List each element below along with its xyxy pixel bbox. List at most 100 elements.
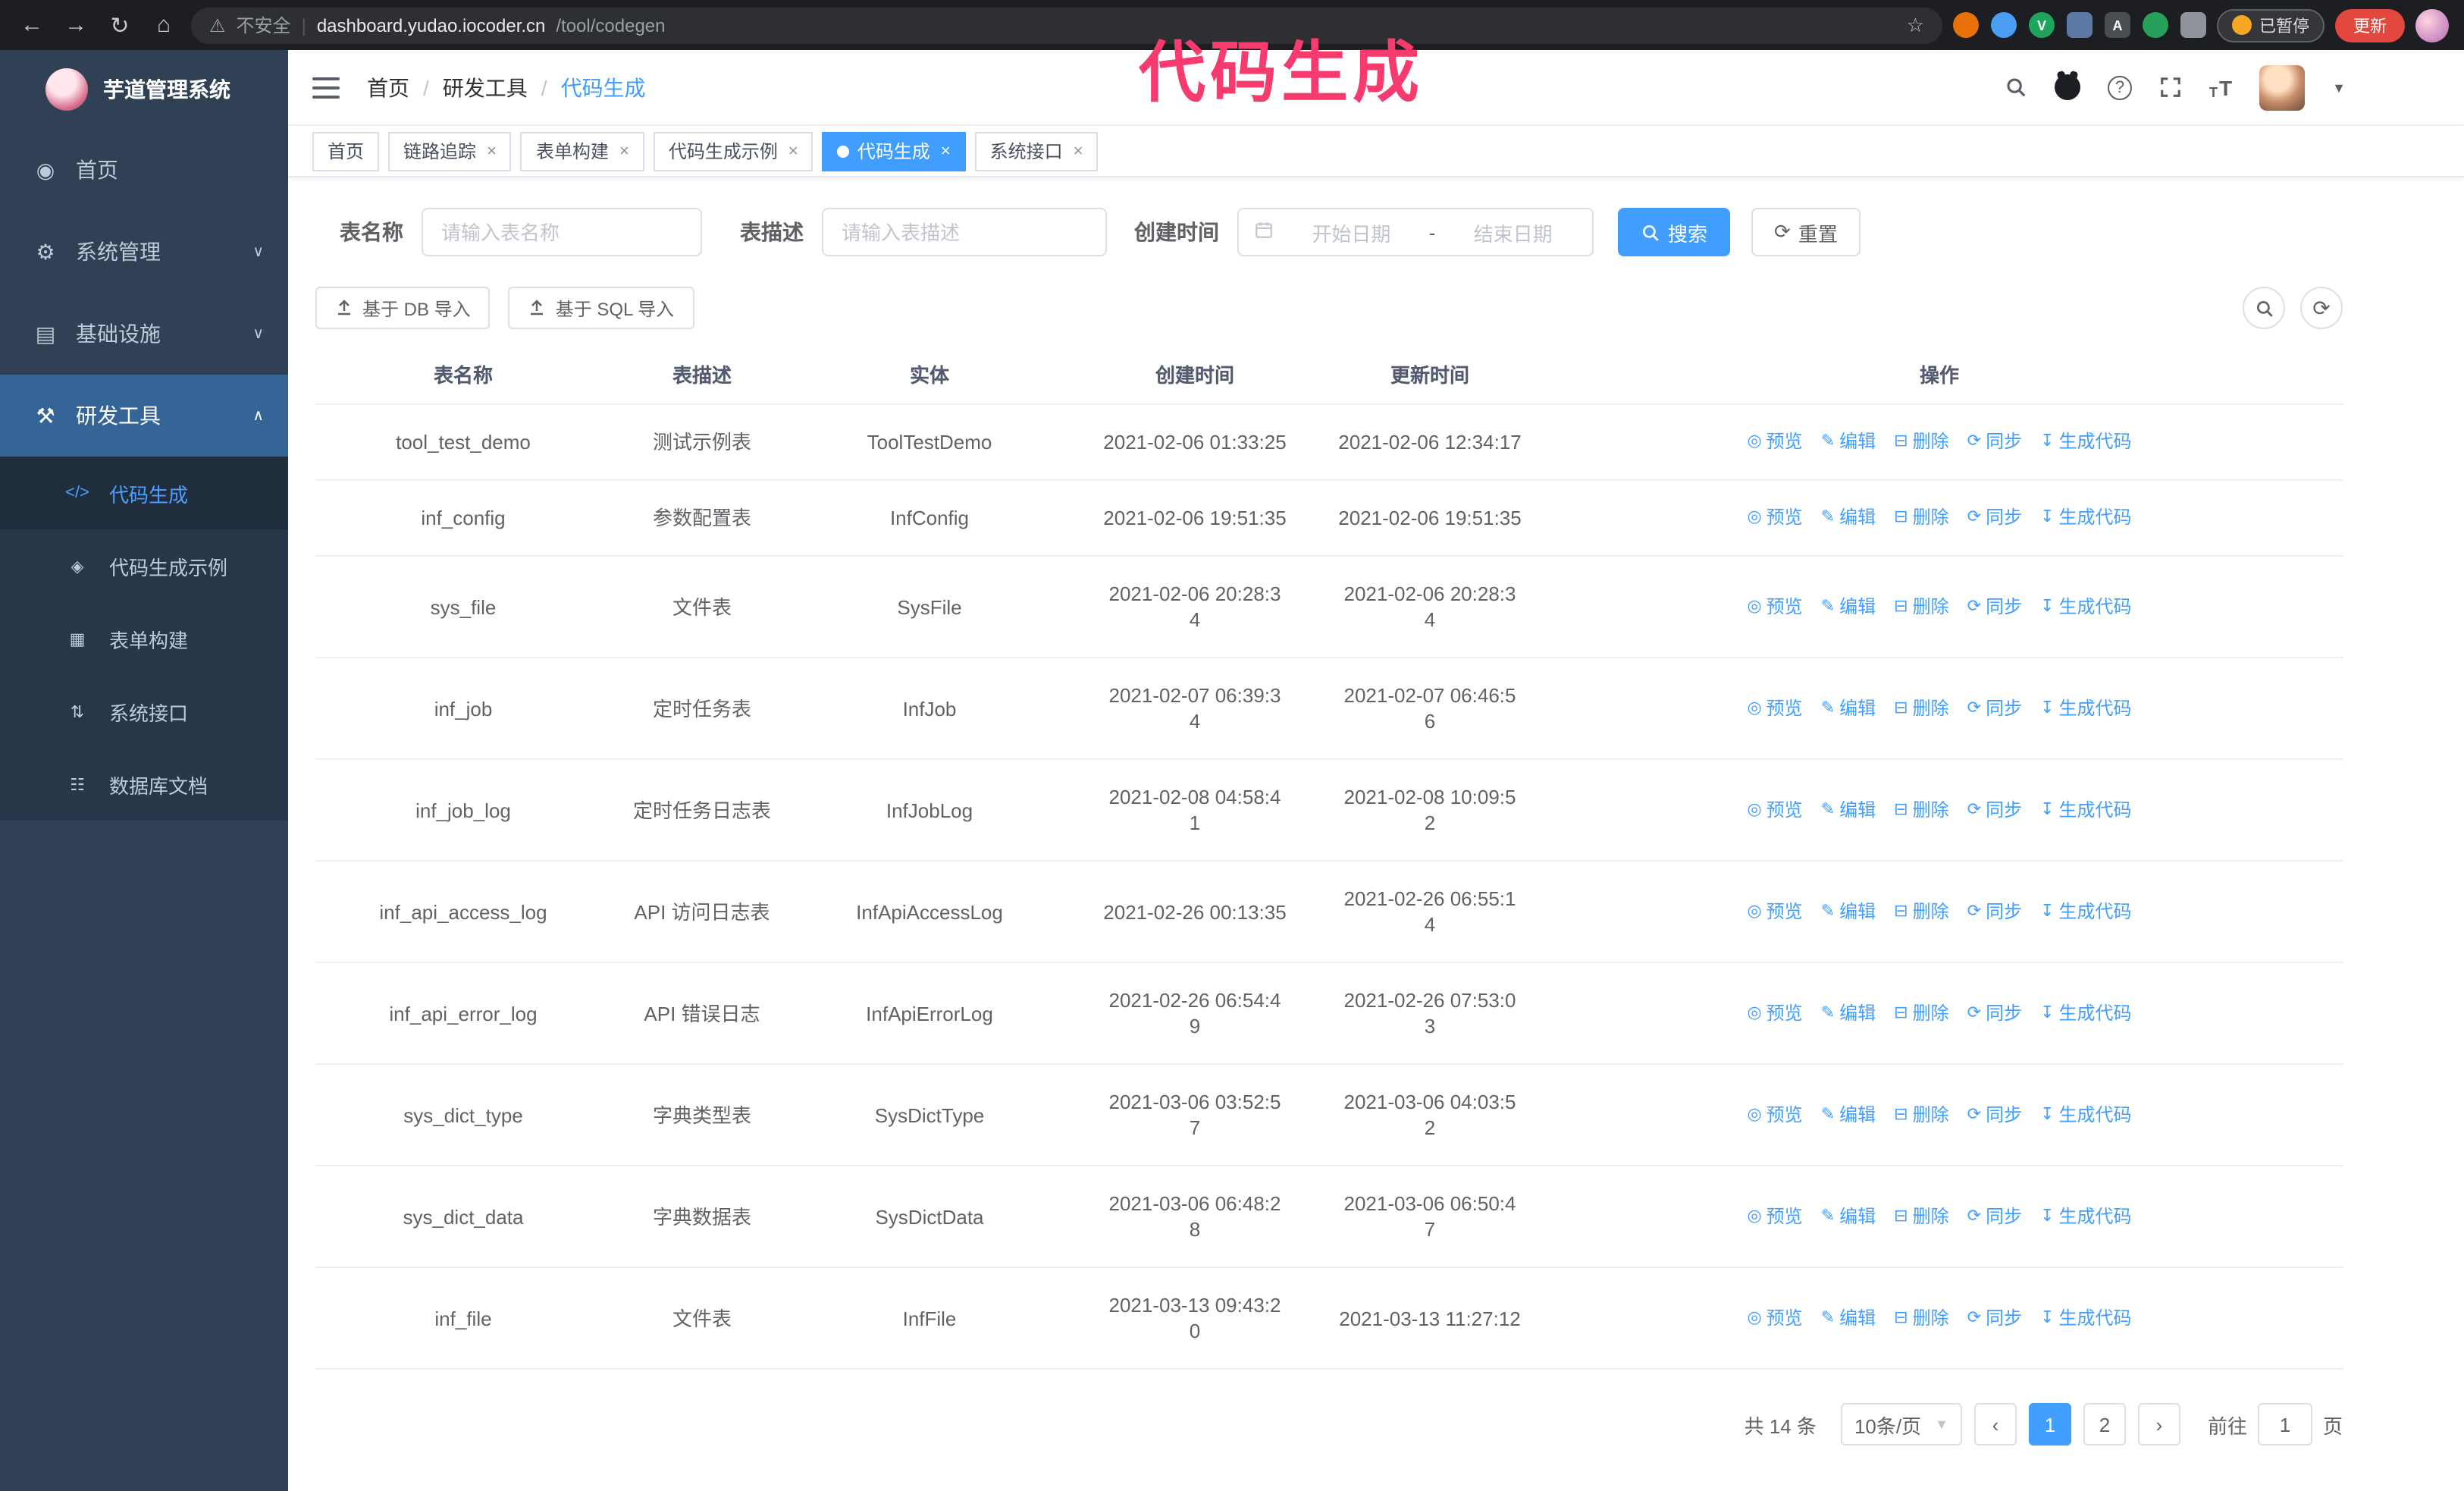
- action-delete-link[interactable]: ⊟ 删除: [1894, 797, 1948, 823]
- action-sync-link[interactable]: ⟳ 同步: [1967, 695, 2022, 721]
- app-logo[interactable]: 芋道管理系统: [0, 50, 288, 129]
- action-edit-link[interactable]: ✎ 编辑: [1821, 797, 1876, 823]
- sidebar-item-home[interactable]: ◉ 首页: [0, 129, 288, 211]
- action-sync-link[interactable]: ⟳ 同步: [1967, 429, 2022, 455]
- page-button-1[interactable]: 1: [2028, 1403, 2071, 1445]
- page-button-2[interactable]: 2: [2083, 1403, 2126, 1445]
- fullscreen-icon[interactable]: [2159, 76, 2182, 99]
- reload-icon[interactable]: ↻: [103, 11, 136, 39]
- sidebar-item-devtools[interactable]: ⚒ 研发工具 ∧: [0, 375, 288, 457]
- action-sync-link[interactable]: ⟳ 同步: [1967, 1000, 2022, 1026]
- bookmark-star-icon[interactable]: ☆: [1907, 13, 1924, 37]
- page-size-select[interactable]: 10条/页 ▼: [1840, 1403, 1962, 1445]
- action-preview-link[interactable]: ◎ 预览: [1747, 505, 1802, 531]
- action-edit-link[interactable]: ✎ 编辑: [1821, 594, 1876, 620]
- action-sync-link[interactable]: ⟳ 同步: [1967, 594, 2022, 620]
- action-edit-link[interactable]: ✎ 编辑: [1821, 1102, 1876, 1128]
- action-edit-link[interactable]: ✎ 编辑: [1821, 1204, 1876, 1229]
- refresh-table-button[interactable]: ⟳: [2300, 287, 2343, 329]
- table-desc-input[interactable]: [822, 208, 1107, 256]
- home-icon[interactable]: ⌂: [147, 12, 180, 38]
- tag-view[interactable]: 链路追踪 ×: [388, 131, 512, 171]
- action-preview-link[interactable]: ◎ 预览: [1747, 1000, 1802, 1026]
- tag-view[interactable]: 首页: [312, 131, 380, 171]
- close-icon[interactable]: ×: [788, 142, 798, 160]
- close-icon[interactable]: ×: [1074, 142, 1083, 160]
- goto-page-input[interactable]: [2257, 1403, 2312, 1445]
- action-delete-link[interactable]: ⊟ 删除: [1894, 1305, 1948, 1331]
- action-preview-link[interactable]: ◎ 预览: [1747, 797, 1802, 823]
- search-button[interactable]: 搜索: [1618, 208, 1731, 256]
- action-generate-link[interactable]: ↧ 生成代码: [2040, 1204, 2131, 1229]
- action-delete-link[interactable]: ⊟ 删除: [1894, 505, 1948, 531]
- action-generate-link[interactable]: ↧ 生成代码: [2040, 594, 2131, 620]
- action-generate-link[interactable]: ↧ 生成代码: [2040, 429, 2131, 455]
- action-generate-link[interactable]: ↧ 生成代码: [2040, 1000, 2131, 1026]
- ext-puzzle-icon[interactable]: [2180, 12, 2206, 38]
- browser-update-button[interactable]: 更新: [2335, 8, 2405, 42]
- sidebar-subitem-codegen[interactable]: </> 代码生成: [0, 457, 288, 529]
- action-edit-link[interactable]: ✎ 编辑: [1821, 1000, 1876, 1026]
- help-icon[interactable]: ?: [2108, 75, 2133, 99]
- forward-icon[interactable]: →: [59, 12, 92, 38]
- github-icon[interactable]: [2055, 74, 2081, 100]
- search-icon[interactable]: [2005, 76, 2027, 99]
- sidebar-item-infra[interactable]: ▤ 基础设施 ∨: [0, 293, 288, 375]
- sidebar-subitem-system-api[interactable]: ⇅ 系统接口: [0, 675, 288, 748]
- tag-view[interactable]: 代码生成示例 ×: [653, 131, 813, 171]
- close-icon[interactable]: ×: [487, 142, 497, 160]
- action-generate-link[interactable]: ↧ 生成代码: [2040, 899, 2131, 924]
- action-preview-link[interactable]: ◎ 预览: [1747, 899, 1802, 924]
- sidebar-item-system[interactable]: ⚙ 系统管理 ∨: [0, 211, 288, 293]
- action-edit-link[interactable]: ✎ 编辑: [1821, 695, 1876, 721]
- action-generate-link[interactable]: ↧ 生成代码: [2040, 695, 2131, 721]
- import-db-button[interactable]: 基于 DB 导入: [315, 287, 491, 329]
- action-preview-link[interactable]: ◎ 预览: [1747, 1102, 1802, 1128]
- breadcrumb-home[interactable]: 首页: [367, 72, 409, 102]
- action-delete-link[interactable]: ⊟ 删除: [1894, 429, 1948, 455]
- ext-green-v-icon[interactable]: V: [2029, 12, 2055, 38]
- back-icon[interactable]: ←: [15, 12, 49, 38]
- action-sync-link[interactable]: ⟳ 同步: [1967, 1102, 2022, 1128]
- hamburger-icon[interactable]: [312, 77, 343, 98]
- paused-badge[interactable]: 已暂停: [2217, 8, 2324, 42]
- ext-leaf-icon[interactable]: [2143, 12, 2168, 38]
- date-start-placeholder[interactable]: 开始日期: [1287, 218, 1415, 246]
- action-delete-link[interactable]: ⊟ 删除: [1894, 1204, 1948, 1229]
- action-delete-link[interactable]: ⊟ 删除: [1894, 1000, 1948, 1026]
- action-generate-link[interactable]: ↧ 生成代码: [2040, 1305, 2131, 1331]
- action-sync-link[interactable]: ⟳ 同步: [1967, 1204, 2022, 1229]
- action-delete-link[interactable]: ⊟ 删除: [1894, 695, 1948, 721]
- action-generate-link[interactable]: ↧ 生成代码: [2040, 505, 2131, 531]
- action-delete-link[interactable]: ⊟ 删除: [1894, 1102, 1948, 1128]
- url-bar[interactable]: ⚠ 不安全 | dashboard.yudao.iocoder.cn /tool…: [191, 7, 1942, 43]
- tag-view[interactable]: 代码生成 ×: [822, 131, 966, 171]
- ext-dark-icon[interactable]: A: [2105, 12, 2130, 38]
- action-delete-link[interactable]: ⊟ 删除: [1894, 594, 1948, 620]
- ext-orange-icon[interactable]: [1953, 12, 1979, 38]
- action-edit-link[interactable]: ✎ 编辑: [1821, 1305, 1876, 1331]
- import-sql-button[interactable]: 基于 SQL 导入: [508, 287, 694, 329]
- action-edit-link[interactable]: ✎ 编辑: [1821, 899, 1876, 924]
- font-size-icon[interactable]: TT: [2209, 75, 2232, 99]
- tag-view[interactable]: 表单构建 ×: [520, 131, 644, 171]
- action-edit-link[interactable]: ✎ 编辑: [1821, 505, 1876, 531]
- action-sync-link[interactable]: ⟳ 同步: [1967, 505, 2022, 531]
- action-preview-link[interactable]: ◎ 预览: [1747, 1305, 1802, 1331]
- date-range-picker[interactable]: 开始日期 - 结束日期: [1237, 208, 1594, 256]
- action-preview-link[interactable]: ◎ 预览: [1747, 594, 1802, 620]
- ext-slate-icon[interactable]: [2067, 12, 2093, 38]
- action-sync-link[interactable]: ⟳ 同步: [1967, 797, 2022, 823]
- sidebar-subitem-db-doc[interactable]: ☷ 数据库文档: [0, 748, 288, 821]
- user-avatar[interactable]: [2259, 64, 2306, 110]
- sidebar-subitem-form-build[interactable]: ▦ 表单构建: [0, 602, 288, 675]
- toggle-search-button[interactable]: [2243, 287, 2285, 329]
- ext-blue-icon[interactable]: [1991, 12, 2017, 38]
- breadcrumb-devtools[interactable]: 研发工具: [443, 72, 528, 102]
- date-end-placeholder[interactable]: 结束日期: [1449, 218, 1577, 246]
- close-icon[interactable]: ×: [619, 142, 629, 160]
- browser-profile-avatar[interactable]: [2415, 8, 2449, 42]
- action-sync-link[interactable]: ⟳ 同步: [1967, 899, 2022, 924]
- action-preview-link[interactable]: ◎ 预览: [1747, 429, 1802, 455]
- table-name-input[interactable]: [422, 208, 702, 256]
